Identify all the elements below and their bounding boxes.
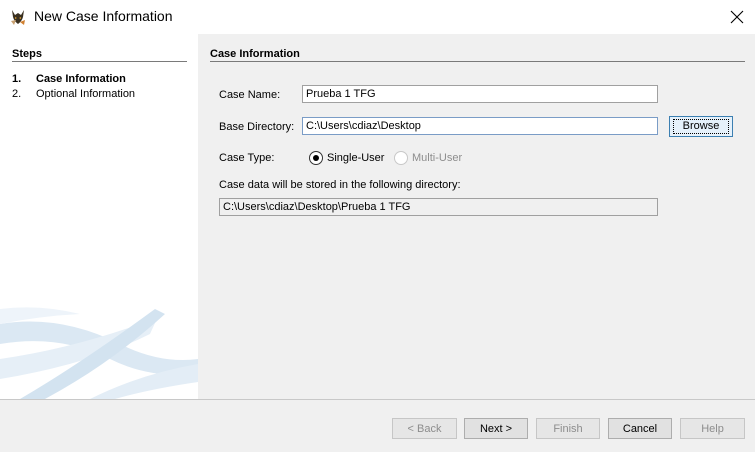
autopsy-dog-icon: [11, 10, 25, 25]
step-label: Case Information: [36, 73, 126, 85]
title-bar: New Case Information: [0, 0, 755, 34]
decorative-swirl-graphic: [0, 307, 198, 399]
cancel-button[interactable]: Cancel: [608, 418, 672, 439]
single-user-radio[interactable]: [309, 151, 323, 165]
back-button[interactable]: < Back: [392, 418, 457, 439]
help-button[interactable]: Help: [680, 418, 745, 439]
close-button[interactable]: [718, 0, 755, 34]
single-user-label: Single-User: [327, 152, 385, 164]
step-case-information: 1. Case Information: [12, 73, 126, 85]
button-bar: < Back Next > Finish Cancel Help: [0, 399, 755, 452]
step-number: 2.: [12, 88, 22, 100]
step-optional-information: 2. Optional Information: [12, 88, 135, 100]
multi-user-label: Multi-User: [412, 152, 463, 164]
storage-path-field: C:\Users\cdiaz\Desktop\Prueba 1 TFG: [219, 198, 658, 216]
case-name-label: Case Name:: [219, 89, 281, 101]
steps-divider: [12, 61, 187, 62]
steps-panel: Steps 1. Case Information 2. Optional Info…: [0, 34, 198, 399]
close-icon: [730, 10, 743, 24]
section-divider: [210, 61, 745, 62]
step-number: 1.: [12, 73, 22, 85]
finish-button[interactable]: Finish: [536, 418, 600, 439]
base-directory-label: Base Directory:: [219, 121, 295, 133]
multi-user-radio[interactable]: [394, 151, 408, 165]
browse-button-label: Browse: [672, 119, 730, 134]
case-name-input[interactable]: Prueba 1 TFG: [302, 85, 658, 103]
base-directory-input[interactable]: C:\Users\cdiaz\Desktop: [302, 117, 658, 135]
case-information-panel: Case Information Case Name: Prueba 1 TFG…: [198, 34, 755, 399]
browse-button[interactable]: Browse: [669, 116, 733, 137]
next-button[interactable]: Next >: [464, 418, 528, 439]
section-heading: Case Information: [210, 48, 300, 60]
case-type-label: Case Type:: [219, 152, 275, 164]
steps-heading: Steps: [12, 48, 42, 60]
storage-note-text: Case data will be stored in the followin…: [219, 179, 461, 191]
step-label: Optional Information: [36, 88, 136, 100]
window-title: New Case Information: [34, 8, 173, 24]
